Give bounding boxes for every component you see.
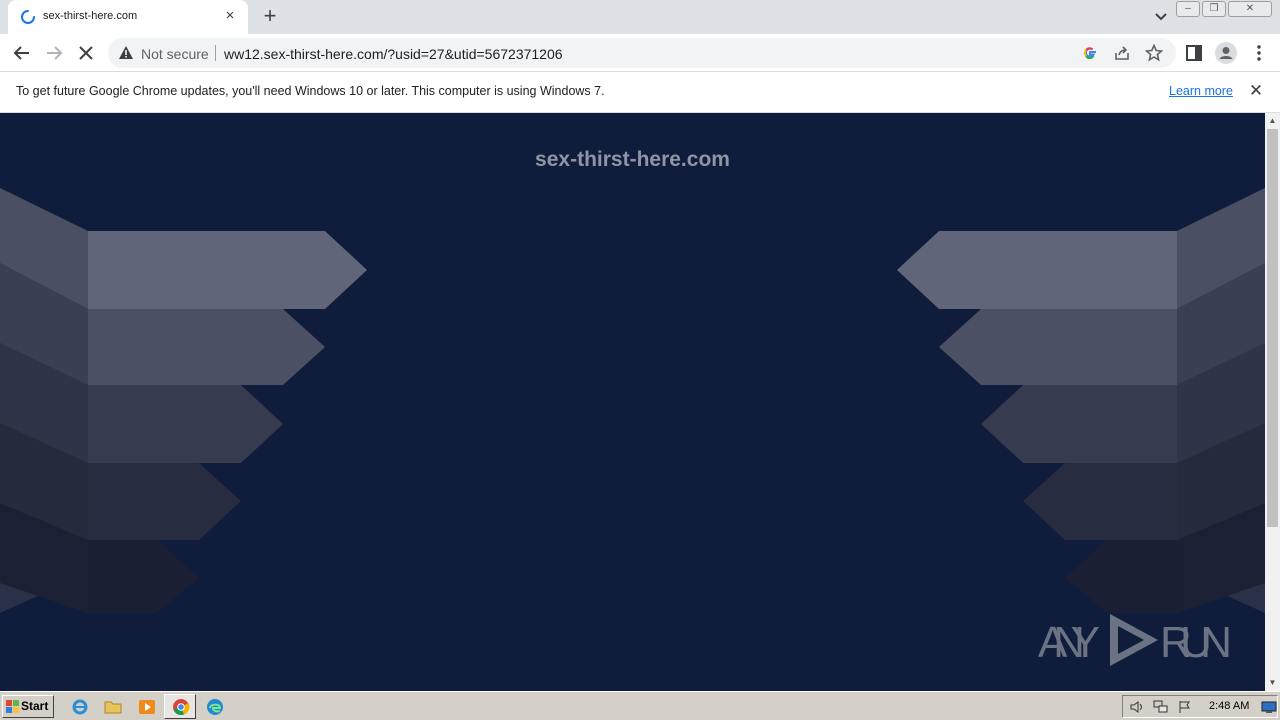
decorative-arrows (0, 188, 1265, 613)
url-text[interactable]: ww12.sex-thirst-here.com/?usid=27&utid=5… (224, 46, 563, 62)
scroll-down-icon[interactable]: ▼ (1265, 676, 1280, 690)
update-infobar: To get future Google Chrome updates, you… (0, 72, 1280, 113)
chrome-icon (173, 699, 190, 716)
tab-search-icon[interactable] (1150, 8, 1172, 26)
svg-text:RUN: RUN (1160, 618, 1232, 667)
star-icon[interactable] (1145, 44, 1163, 62)
menu-icon[interactable] (1249, 43, 1269, 63)
site-title: sex-thirst-here.com (535, 148, 730, 171)
infobar-close-icon[interactable]: ✕ (1247, 82, 1265, 100)
page-content: sex-thirst-here.com ANY RUN (0, 113, 1265, 691)
new-tab-button[interactable]: + (258, 5, 282, 29)
start-label: Start (21, 699, 49, 713)
page-scrollbar[interactable]: ▲ ▼ (1265, 113, 1280, 691)
clock[interactable]: 2:48 AM (1209, 700, 1249, 712)
system-tray: 2:48 AM (1122, 695, 1278, 718)
learn-more-link[interactable]: Learn more (1169, 84, 1233, 98)
loading-spinner-icon (21, 10, 35, 24)
stop-icon[interactable] (74, 41, 98, 65)
window-controls: – ❐ ✕ (1174, 1, 1272, 17)
minimize-button[interactable]: – (1176, 1, 1200, 17)
tab-close-icon[interactable]: × (222, 8, 238, 24)
sidepanel-icon[interactable] (1184, 43, 1204, 63)
tab-title: sex-thirst-here.com (43, 10, 138, 22)
forward-icon[interactable] (42, 41, 66, 65)
monitor-icon[interactable] (1261, 700, 1277, 714)
anyrun-watermark: ANY RUN (1038, 614, 1232, 667)
browser-toolbar: Not secure ww12.sex-thirst-here.com/?usi… (0, 34, 1280, 72)
address-bar[interactable]: Not secure ww12.sex-thirst-here.com/?usi… (108, 38, 1176, 68)
start-button[interactable]: Start (2, 695, 54, 718)
network-icon[interactable] (1153, 700, 1169, 714)
windows-taskbar: Start 2:48 AM (0, 691, 1280, 720)
security-label[interactable]: Not secure (141, 46, 209, 62)
explorer-icon[interactable] (104, 698, 122, 716)
back-icon[interactable] (10, 41, 34, 65)
infobar-message: To get future Google Chrome updates, you… (16, 84, 605, 98)
media-player-icon[interactable] (138, 698, 156, 716)
edge-icon[interactable] (206, 698, 224, 716)
windows-logo-icon (6, 700, 19, 713)
close-window-button[interactable]: ✕ (1228, 1, 1272, 17)
share-icon[interactable] (1113, 44, 1131, 62)
ie-icon[interactable] (71, 698, 89, 716)
chrome-taskbar-button[interactable] (164, 694, 196, 719)
warning-icon[interactable] (118, 45, 134, 61)
svg-text:ANY: ANY (1038, 618, 1100, 667)
google-icon[interactable] (1081, 44, 1099, 62)
flag-icon[interactable] (1177, 700, 1193, 714)
scroll-thumb[interactable] (1267, 129, 1278, 527)
restore-button[interactable]: ❐ (1202, 1, 1226, 17)
tab-strip: sex-thirst-here.com × + – ❐ ✕ (0, 0, 1280, 34)
browser-tab[interactable]: sex-thirst-here.com × (8, 0, 248, 34)
scroll-up-icon[interactable]: ▲ (1265, 114, 1280, 128)
profile-icon[interactable] (1215, 42, 1237, 64)
omnibox-divider (215, 45, 216, 61)
volume-icon[interactable] (1129, 700, 1145, 714)
